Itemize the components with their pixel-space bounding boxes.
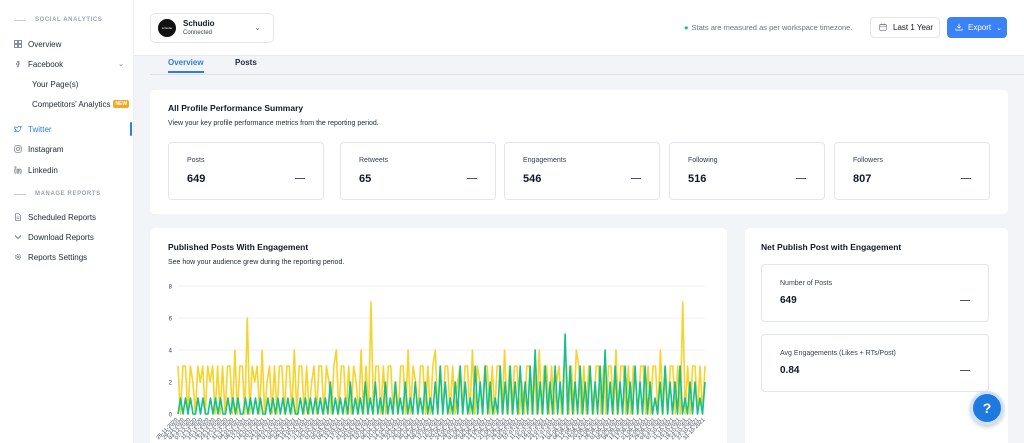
chevron-down-icon: ⌄: [996, 24, 1002, 32]
sidebar-item-download-reports[interactable]: Download Reports: [0, 227, 134, 247]
sidebar-item-label: Your Page(s): [32, 79, 79, 89]
summary-subtitle: View your key profile performance metric…: [168, 120, 379, 127]
active-indicator: [130, 122, 132, 136]
trend-dash: [961, 178, 971, 179]
tab-posts[interactable]: Posts: [235, 58, 257, 73]
summary-title: All Profile Performance Summary: [168, 103, 304, 113]
chevron-down-icon[interactable]: ⌄: [118, 60, 124, 68]
sidebar-item-label: Twitter: [28, 124, 52, 134]
help-button[interactable]: ?: [970, 391, 1004, 425]
calendar-icon: [879, 23, 887, 33]
main-content: schudio Schudio Connected ⌄ ● Stats are m…: [134, 0, 1024, 443]
document-icon: [14, 213, 22, 221]
engagement-chart-card: Published Posts With Engagement See how …: [150, 228, 727, 443]
metric-following: Following 516: [669, 142, 825, 200]
download-icon: [955, 23, 963, 33]
gear-icon: [14, 253, 22, 261]
metric-engagements: Engagements 546: [504, 142, 660, 200]
metric-posts: Posts 649: [168, 142, 324, 200]
sidebar-item-overview[interactable]: Overview: [0, 34, 134, 54]
engagement-line-chart: 0246825-11-202029-11-202003-12-202007-12…: [156, 285, 707, 442]
y-tick-label: 4: [169, 349, 173, 355]
metric-retweets: Retweets 65: [340, 142, 496, 200]
sidebar-item-label: Reports Settings: [28, 252, 88, 262]
trend-dash: [796, 178, 806, 179]
timezone-note: ● Stats are measured as per workspace tim…: [684, 23, 853, 32]
sidebar-item-label: Overview: [28, 39, 62, 49]
y-tick-label: 8: [169, 285, 173, 291]
new-badge: NEW: [113, 100, 130, 108]
account-name: Schudio: [183, 18, 215, 28]
instagram-icon: [14, 145, 22, 153]
sidebar-item-label: Linkedin: [28, 165, 58, 175]
account-logo: schudio: [158, 19, 176, 37]
tab-bar: Overview Posts: [150, 56, 1024, 75]
y-tick-label: 6: [169, 317, 173, 323]
bullet-icon: ●: [684, 23, 689, 32]
linkedin-icon: [14, 166, 22, 174]
y-tick-label: 2: [169, 381, 173, 387]
chevron-down-icon: ⌄: [254, 23, 261, 32]
sidebar-item-scheduled-reports[interactable]: Scheduled Reports: [0, 207, 134, 227]
trend-dash: [960, 300, 970, 301]
metric-followers: Followers 807: [834, 142, 990, 200]
sidebar-item-your-pages[interactable]: Your Page(s): [0, 74, 134, 94]
account-status: Connected: [183, 29, 213, 36]
chevron-down-icon: [14, 233, 22, 241]
sidebar-section-reports: MANAGE REPORTS: [0, 189, 101, 199]
sidebar-item-label: Download Reports: [28, 232, 94, 242]
period-button[interactable]: Last 1 Year: [870, 17, 940, 38]
twitter-icon: [14, 125, 22, 133]
sidebar-item-competitors[interactable]: Competitors' Analytics NEW: [0, 94, 134, 114]
grid-icon: [14, 40, 22, 48]
facebook-icon: [14, 60, 22, 68]
trend-dash: [295, 178, 305, 179]
tab-overview[interactable]: Overview: [168, 58, 204, 73]
summary-card: All Profile Performance Summary View you…: [150, 90, 1008, 214]
sidebar-item-linkedin[interactable]: Linkedin: [0, 160, 134, 180]
top-bar: schudio Schudio Connected ⌄ ● Stats are m…: [134, 0, 1024, 56]
metric-avg-engagements: Avg Engagements (Likes + RTs/Post) 0.84: [761, 334, 989, 392]
metric-number-of-posts: Number of Posts 649: [761, 264, 989, 322]
sidebar-item-label: Instagram: [28, 144, 64, 154]
sidebar: SOCIAL ANALYTICS Overview Facebook ⌄ You…: [0, 0, 134, 443]
trend-dash: [631, 178, 641, 179]
net-publish-card: Net Publish Post with Engagement Number …: [745, 228, 1008, 443]
sidebar-item-instagram[interactable]: Instagram: [0, 139, 134, 159]
sidebar-item-label: Competitors' Analytics: [32, 99, 111, 109]
y-tick-label: 0: [169, 413, 173, 419]
sidebar-section-social: SOCIAL ANALYTICS: [0, 15, 102, 25]
sidebar-item-twitter[interactable]: Twitter: [0, 119, 134, 139]
sidebar-item-facebook[interactable]: Facebook ⌄: [0, 54, 134, 74]
trend-dash: [960, 370, 970, 371]
trend-dash: [467, 178, 477, 179]
account-selector[interactable]: schudio Schudio Connected ⌄: [150, 13, 274, 43]
sidebar-item-label: Scheduled Reports: [28, 212, 97, 222]
sidebar-item-reports-settings[interactable]: Reports Settings: [0, 247, 134, 267]
sidebar-item-label: Facebook: [28, 59, 64, 69]
net-publish-title: Net Publish Post with Engagement: [761, 242, 902, 252]
export-button[interactable]: Export ⌄: [947, 17, 1007, 38]
